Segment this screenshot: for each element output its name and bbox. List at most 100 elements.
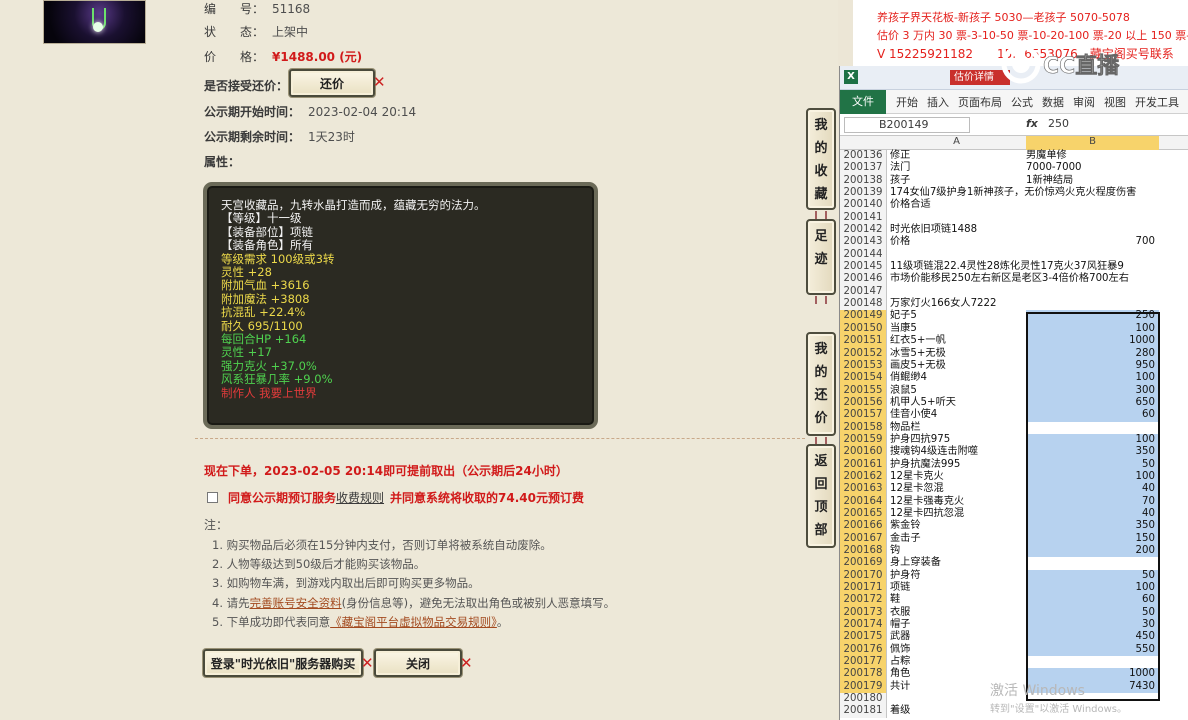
row-number[interactable]: 200178 [840, 668, 887, 681]
cell-b[interactable]: 7000-7000 [1026, 162, 1159, 174]
cell-a[interactable]: 11级项链混22.4灵性28炼化灵性17克火37风狂暴9 [890, 261, 1124, 273]
cell-a[interactable]: 万家灯火166女人7222 [890, 298, 1080, 310]
row-number[interactable]: 200136 [840, 150, 887, 163]
ribbon-tab[interactable]: 审阅 [1073, 94, 1095, 110]
agree-checkbox[interactable] [207, 492, 218, 503]
row-number[interactable]: 200170 [840, 569, 887, 583]
row-number[interactable]: 200138 [840, 174, 887, 188]
cell-b[interactable]: 50 [1026, 569, 1159, 583]
cell-a[interactable]: 占粽 [890, 656, 1080, 668]
cell-b[interactable]: 40 [1026, 483, 1159, 496]
row-number[interactable]: 200145 [840, 261, 887, 274]
cell-b[interactable]: 450 [1026, 631, 1159, 644]
cell-b[interactable]: 100 [1026, 322, 1159, 336]
row-number[interactable]: 200149 [840, 310, 887, 323]
row-number[interactable]: 200150 [840, 322, 887, 336]
row-number[interactable]: 200165 [840, 507, 887, 521]
cell-b[interactable]: 950 [1026, 359, 1159, 373]
row-number[interactable]: 200168 [840, 545, 887, 558]
row-number[interactable]: 200169 [840, 557, 887, 570]
row-number[interactable]: 200152 [840, 347, 887, 360]
cell-a[interactable]: 时光依旧项链1488 [890, 224, 1080, 236]
column-header-b[interactable]: B [1026, 136, 1159, 150]
cell-b[interactable]: 350 [1026, 446, 1159, 459]
cell-b[interactable]: 700 [1026, 236, 1159, 248]
trade-rules-link[interactable]: 《藏宝阁平台虚拟物品交易规则》 [330, 615, 497, 629]
row-number[interactable]: 200157 [840, 409, 887, 422]
row-number[interactable]: 200155 [840, 384, 887, 397]
cell-b[interactable]: 300 [1026, 384, 1159, 397]
cell-b[interactable]: 60 [1026, 594, 1159, 607]
ribbon-tab[interactable]: 页面布局 [958, 94, 1002, 110]
cell-b[interactable]: 100 [1026, 582, 1159, 595]
cell-b[interactable]: 100 [1026, 372, 1159, 385]
row-number[interactable]: 200171 [840, 582, 887, 595]
row-number[interactable]: 200161 [840, 458, 887, 471]
row-number[interactable]: 200173 [840, 606, 887, 620]
fee-rule-link[interactable]: 收费规则 [336, 489, 384, 506]
row-number[interactable]: 200140 [840, 199, 887, 212]
row-number[interactable]: 200148 [840, 298, 887, 311]
side-bargain-button[interactable]: 我的还价 [806, 332, 836, 436]
cell-a[interactable]: 市场价能移民250左右新区是老区3-4倍价格700左右 [890, 273, 1129, 285]
security-info-link[interactable]: 完善账号安全资料 [250, 596, 342, 610]
cell-b[interactable]: 50 [1026, 606, 1159, 620]
cell-b[interactable]: 280 [1026, 347, 1159, 360]
row-number[interactable]: 200180 [840, 693, 887, 706]
formula-input[interactable]: 250 [1048, 117, 1069, 130]
row-number[interactable]: 200142 [840, 224, 887, 237]
row-number[interactable]: 200172 [840, 594, 887, 607]
row-number[interactable]: 200175 [840, 631, 887, 644]
cell-a[interactable]: 价格合适 [890, 199, 1080, 211]
row-number[interactable]: 200159 [840, 433, 887, 447]
row-number[interactable]: 200139 [840, 187, 887, 200]
row-number[interactable]: 200151 [840, 335, 887, 348]
close-button[interactable]: 关闭 [374, 649, 462, 677]
ribbon-tab[interactable]: 视图 [1104, 94, 1126, 110]
row-number[interactable]: 200166 [840, 520, 887, 533]
side-favorites-button[interactable]: 我的收藏 [806, 108, 836, 210]
row-number[interactable]: 200181 [840, 705, 887, 718]
row-number[interactable]: 200144 [840, 248, 887, 262]
fx-icon[interactable]: fx [1026, 117, 1038, 130]
ribbon-tab[interactable]: 开发工具 [1135, 94, 1179, 110]
side-footprint-button[interactable]: 足迹 [806, 219, 836, 295]
cell-b[interactable]: 50 [1026, 458, 1159, 471]
row-number[interactable]: 200146 [840, 273, 887, 286]
ribbon-tab[interactable]: 公式 [1011, 94, 1033, 110]
row-number[interactable]: 200179 [840, 680, 887, 694]
cell-b[interactable]: 30 [1026, 619, 1159, 632]
cell-b[interactable]: 70 [1026, 495, 1159, 508]
row-number[interactable]: 200162 [840, 470, 887, 484]
cell-b[interactable]: 60 [1026, 409, 1159, 422]
buy-button[interactable]: 登录"时光依旧"服务器购买 [203, 649, 363, 677]
row-number[interactable]: 200174 [840, 619, 887, 632]
cell-b[interactable]: 男魔单修 [1026, 150, 1159, 162]
cell-b[interactable]: 1新神结局 [1026, 175, 1159, 187]
cell-a[interactable]: 身上穿装备 [890, 557, 1080, 569]
row-number[interactable]: 200147 [840, 285, 887, 299]
cell-b[interactable]: 350 [1026, 520, 1159, 533]
column-header-a[interactable]: A [887, 136, 1026, 147]
cell-b[interactable]: 250 [1026, 310, 1159, 323]
row-number[interactable]: 200177 [840, 656, 887, 669]
row-number[interactable]: 200153 [840, 359, 887, 373]
ribbon-tab[interactable]: 开始 [896, 94, 918, 110]
row-number[interactable]: 200154 [840, 372, 887, 385]
cell-b[interactable]: 1000 [1026, 668, 1159, 681]
ribbon-tab[interactable]: 数据 [1042, 94, 1064, 110]
ribbon-tab[interactable]: 文件 [840, 89, 886, 114]
side-top-button[interactable]: 返回顶部 [806, 444, 836, 548]
row-number[interactable]: 200160 [840, 446, 887, 459]
cell-a[interactable]: 174女仙7级护身1新神孩子，无价惊鸡火克火程度伤害 [890, 187, 1136, 199]
row-number[interactable]: 200167 [840, 532, 887, 545]
row-number[interactable]: 200143 [840, 236, 887, 249]
row-number[interactable]: 200158 [840, 421, 887, 434]
row-number[interactable]: 200176 [840, 643, 887, 657]
row-number[interactable]: 200163 [840, 483, 887, 496]
cell-b[interactable]: 1000 [1026, 335, 1159, 348]
name-box[interactable]: B200149 [844, 117, 970, 133]
cell-b[interactable]: 40 [1026, 507, 1159, 521]
cell-b[interactable]: 200 [1026, 545, 1159, 558]
cell-b[interactable]: 150 [1026, 532, 1159, 545]
